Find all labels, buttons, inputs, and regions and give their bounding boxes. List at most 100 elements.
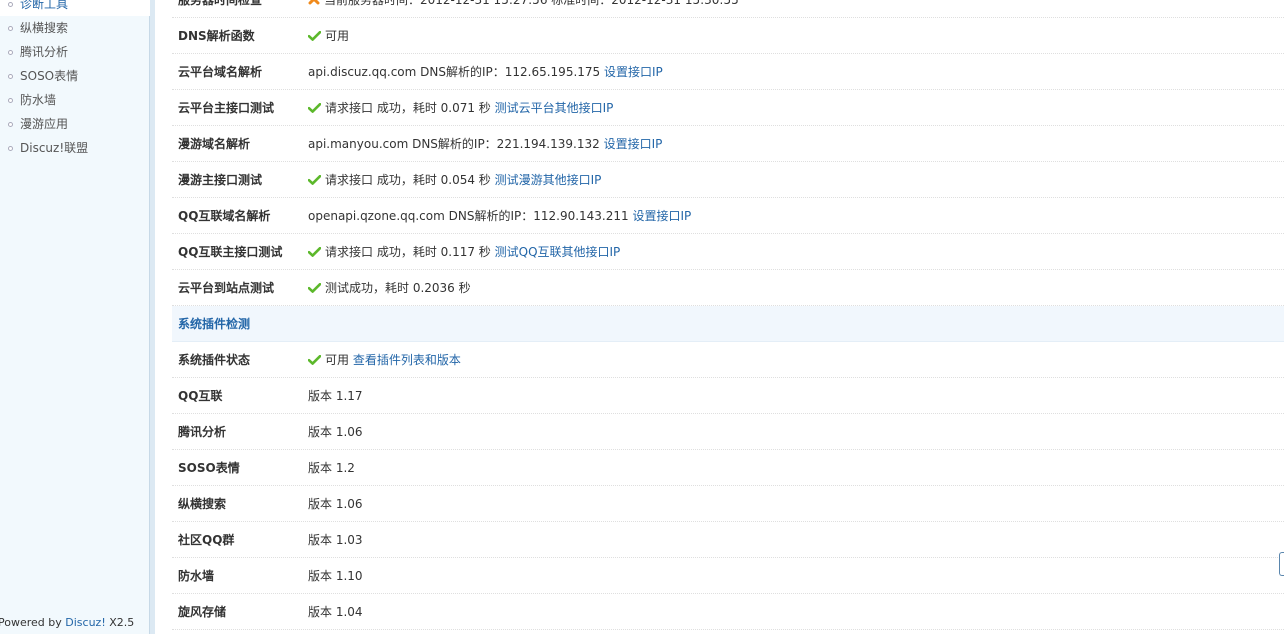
- row-label: 云平台域名解析: [178, 65, 263, 79]
- diagnostics-table: 服务器时间检查 当前服务器时间：2012-12-31 15:27:56 标准时间：…: [172, 0, 1284, 630]
- row-value: 请求接口 成功，耗时 0.071 秒 测试云平台其他接口IP: [307, 90, 1284, 125]
- row-value: 可用: [307, 18, 1284, 53]
- row-value-text: 当前服务器时间：2012-12-31 15:27:56 标准时间：2012-12…: [324, 0, 739, 7]
- row-value-text: 版本 1.03: [308, 533, 363, 547]
- row-value-text: 请求接口 成功，耗时 0.117 秒: [325, 245, 495, 259]
- section-title: 系统插件检测: [178, 317, 251, 331]
- row-label: 漫游主接口测试: [178, 173, 263, 187]
- row-value-text: openapi.qzone.qq.com DNS解析的IP：112.90.143…: [308, 209, 633, 223]
- table-row: 社区QQ群 版本 1.03: [172, 522, 1284, 558]
- table-row: DNS解析函数 可用: [172, 18, 1284, 54]
- sidebar-divider[interactable]: [150, 0, 155, 634]
- sidebar-item[interactable]: SOSO表情: [0, 64, 150, 88]
- row-value: 请求接口 成功，耗时 0.117 秒 测试QQ互联其他接口IP: [307, 234, 1284, 269]
- sidebar-item-label: 腾讯分析: [20, 45, 69, 59]
- sidebar-item-label: SOSO表情: [20, 69, 79, 83]
- row-label: QQ互联域名解析: [178, 209, 271, 223]
- table-row: 防水墙 版本 1.10: [172, 558, 1284, 594]
- scroll-handle[interactable]: [1279, 552, 1284, 576]
- sidebar-item[interactable]: 纵横搜索: [0, 16, 150, 40]
- section-header: 系统插件检测: [172, 306, 1284, 342]
- check-icon: [307, 235, 322, 257]
- row-value: 版本 1.06: [308, 486, 1284, 521]
- check-icon: [307, 271, 322, 293]
- row-label: 旋风存储: [178, 605, 227, 619]
- row-value-text: 版本 1.2: [308, 461, 355, 475]
- row-value-text: 版本 1.17: [308, 389, 363, 403]
- row-value-text: 请求接口 成功，耗时 0.054 秒: [325, 173, 495, 187]
- row-action-link[interactable]: 设置接口IP: [632, 209, 691, 223]
- bullet-icon: [8, 74, 13, 79]
- row-label: 腾讯分析: [178, 425, 227, 439]
- table-row: 漫游域名解析 api.manyou.com DNS解析的IP：221.194.13…: [172, 126, 1284, 162]
- check-icon: [307, 91, 322, 113]
- bullet-icon: [8, 122, 13, 127]
- powered-brand-link[interactable]: Discuz!: [65, 616, 105, 629]
- row-label: 漫游域名解析: [178, 137, 251, 151]
- row-value: 版本 1.03: [308, 522, 1284, 557]
- row-value: 测试成功，耗时 0.2036 秒: [307, 270, 1284, 305]
- row-action-link[interactable]: 设置接口IP: [604, 137, 663, 151]
- table-row: 云平台域名解析 api.discuz.qq.com DNS解析的IP：112.65…: [172, 54, 1284, 90]
- row-action-link[interactable]: 测试云平台其他接口IP: [495, 101, 614, 115]
- sidebar-item-label: 诊断工具: [20, 0, 69, 11]
- row-label: 服务器时间检查: [178, 0, 263, 7]
- row-value-text: api.manyou.com DNS解析的IP：221.194.139.132: [308, 137, 604, 151]
- bullet-icon: [8, 2, 13, 7]
- sidebar-item[interactable]: 防水墙: [0, 88, 150, 112]
- row-label: 系统插件状态: [178, 353, 251, 367]
- row-value-text: 请求接口 成功，耗时 0.071 秒: [325, 101, 495, 115]
- table-row: QQ互联主接口测试 请求接口 成功，耗时 0.117 秒 测试QQ互联其他接口IP: [172, 234, 1284, 270]
- row-label: 防水墙: [178, 569, 215, 583]
- table-row: 漫游主接口测试 请求接口 成功，耗时 0.054 秒 测试漫游其他接口IP: [172, 162, 1284, 198]
- bullet-icon: [8, 50, 13, 55]
- check-icon: [307, 343, 322, 365]
- table-row: 云平台主接口测试 请求接口 成功，耗时 0.071 秒 测试云平台其他接口IP: [172, 90, 1284, 126]
- row-value: openapi.qzone.qq.com DNS解析的IP：112.90.143…: [308, 198, 1284, 233]
- sidebar-item[interactable]: 腾讯分析: [0, 40, 150, 64]
- sidebar-item-label: 纵横搜索: [20, 21, 69, 35]
- row-value-text: api.discuz.qq.com DNS解析的IP：112.65.195.17…: [308, 65, 604, 79]
- sidebar-item[interactable]: 漫游应用: [0, 112, 150, 136]
- row-action-link[interactable]: 测试QQ互联其他接口IP: [495, 245, 621, 259]
- row-label: 云平台主接口测试: [178, 101, 275, 115]
- row-value: 当前服务器时间：2012-12-31 15:27:56 标准时间：2012-12…: [308, 0, 1284, 17]
- check-icon: [307, 19, 322, 41]
- row-label: QQ互联: [178, 389, 223, 403]
- table-row: QQ互联 版本 1.17: [172, 378, 1284, 414]
- bullet-icon: [8, 146, 13, 151]
- app-window: 诊断工具 纵横搜索 腾讯分析 SOSO表情 防水墙 漫游应用 Discuz!联盟 Power…: [0, 0, 1284, 634]
- row-label: 纵横搜索: [178, 497, 227, 511]
- bullet-icon: [8, 98, 13, 103]
- sidebar-item-label: 防水墙: [20, 93, 57, 107]
- table-row: 系统插件状态 可用 查看插件列表和版本: [172, 342, 1284, 378]
- table-row: 旋风存储 版本 1.04: [172, 594, 1284, 630]
- row-value: 版本 1.04: [308, 594, 1284, 629]
- table-row: SOSO表情 版本 1.2: [172, 450, 1284, 486]
- row-value-text: 版本 1.06: [308, 425, 363, 439]
- row-value: 版本 1.17: [308, 378, 1284, 413]
- bullet-icon: [8, 26, 13, 31]
- row-value: 版本 1.10: [308, 558, 1284, 593]
- row-label: SOSO表情: [178, 461, 240, 475]
- row-value: 版本 1.2: [308, 450, 1284, 485]
- table-row: 纵横搜索 版本 1.06: [172, 486, 1284, 522]
- table-row: QQ互联域名解析 openapi.qzone.qq.com DNS解析的IP：11…: [172, 198, 1284, 234]
- powered-by-footer: Powered by Discuz! X2.5: [0, 616, 134, 629]
- row-action-link[interactable]: 测试漫游其他接口IP: [495, 173, 602, 187]
- row-value: 可用 查看插件列表和版本: [307, 342, 1284, 377]
- row-action-link[interactable]: 查看插件列表和版本: [353, 353, 461, 367]
- row-value-text: 可用: [325, 353, 353, 367]
- row-value: api.manyou.com DNS解析的IP：221.194.139.132 …: [308, 126, 1284, 161]
- sidebar-item[interactable]: 诊断工具: [0, 0, 150, 16]
- row-label: 社区QQ群: [178, 533, 235, 547]
- row-label: DNS解析函数: [178, 29, 255, 43]
- sidebar-item[interactable]: Discuz!联盟: [0, 136, 150, 160]
- row-value-text: 版本 1.10: [308, 569, 363, 583]
- row-action-link[interactable]: 设置接口IP: [604, 65, 663, 79]
- sidebar-menu: 诊断工具纵横搜索腾讯分析 SOSO表情 防水墙漫游应用 Discuz!联盟: [0, 0, 150, 160]
- row-value: 版本 1.06: [308, 414, 1284, 449]
- table-row: 腾讯分析 版本 1.06: [172, 414, 1284, 450]
- powered-version: X2.5: [105, 616, 135, 629]
- check-icon: [307, 163, 322, 185]
